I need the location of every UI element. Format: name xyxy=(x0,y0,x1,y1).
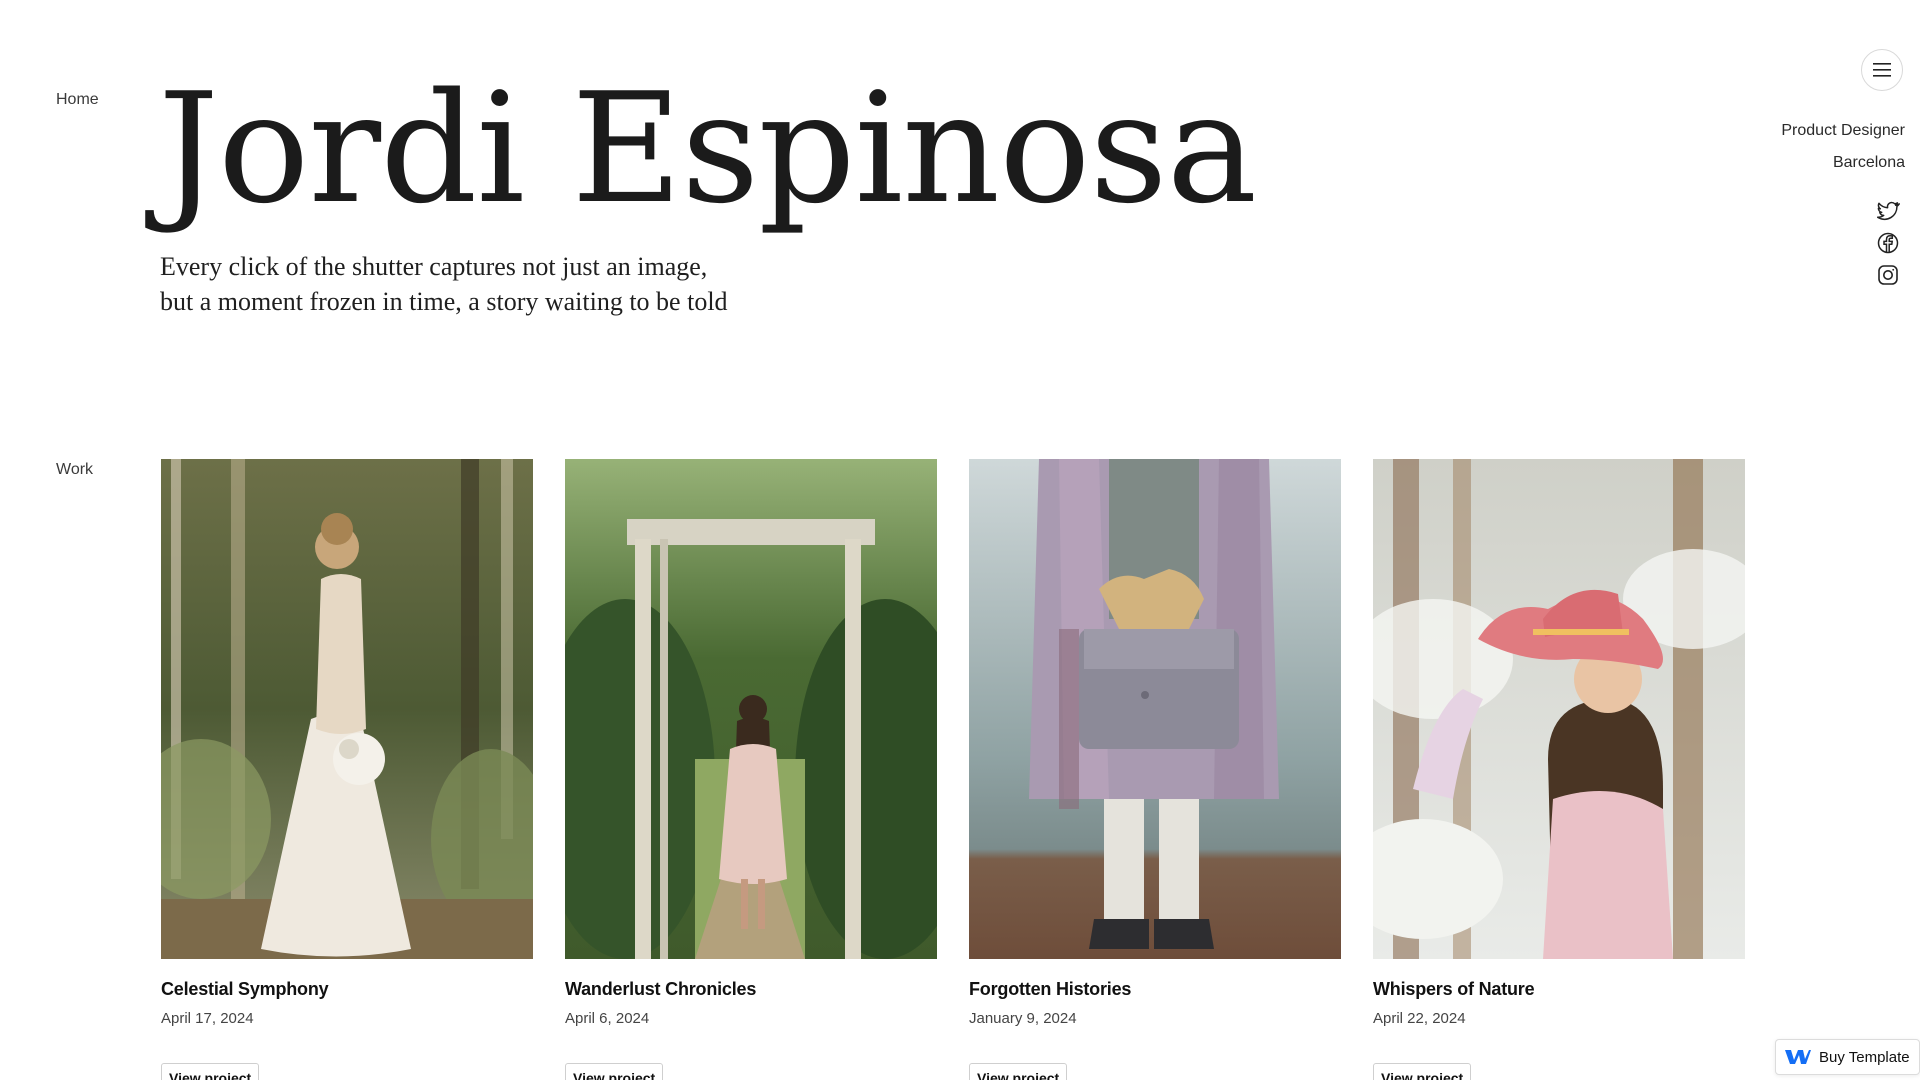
webflow-logo-icon xyxy=(1785,1050,1811,1064)
bride-forest-photo xyxy=(161,459,533,959)
project-card: Wanderlust Chronicles April 6, 2024 View… xyxy=(565,459,937,1080)
page-title: Jordi Espinosa xyxy=(158,60,1257,237)
project-date: April 6, 2024 xyxy=(565,1010,650,1027)
twitter-icon xyxy=(1876,201,1900,220)
project-card: Forgotten Histories January 9, 2024 View… xyxy=(969,459,1341,1080)
bag-beach-photo xyxy=(969,459,1341,959)
profile-info: Product Designer Barcelona xyxy=(1781,115,1905,179)
project-image[interactable] xyxy=(161,459,533,959)
view-project-button[interactable]: View project xyxy=(565,1063,664,1080)
project-image[interactable] xyxy=(1373,459,1745,959)
view-project-button[interactable]: View project xyxy=(161,1063,260,1080)
garden-arch-photo xyxy=(565,459,937,959)
hamburger-menu-icon xyxy=(1873,63,1891,77)
project-title: Whispers of Nature xyxy=(1373,979,1535,999)
project-date: January 9, 2024 xyxy=(969,1010,1077,1027)
instagram-link[interactable] xyxy=(1876,263,1900,287)
project-card: Whispers of Nature April 22, 2024 View p… xyxy=(1373,459,1745,1080)
home-nav-link[interactable]: Home xyxy=(56,91,99,109)
project-title: Forgotten Histories xyxy=(969,979,1132,999)
pink-hat-snow-photo xyxy=(1373,459,1745,959)
twitter-link[interactable] xyxy=(1876,199,1900,223)
profile-location: Barcelona xyxy=(1832,154,1905,171)
view-project-button[interactable]: View project xyxy=(969,1063,1068,1080)
profile-role: Product Designer xyxy=(1781,122,1905,139)
hero-tagline: Every click of the shutter captures not … xyxy=(160,249,728,319)
facebook-icon xyxy=(1877,232,1899,254)
menu-button[interactable] xyxy=(1861,49,1903,91)
hero-tagline-line-1: Every click of the shutter captures not … xyxy=(160,252,708,281)
buy-template-label: Buy Template xyxy=(1819,1048,1910,1066)
project-card: Celestial Symphony April 17, 2024 View p… xyxy=(161,459,533,1080)
work-section-label: Work xyxy=(56,461,94,478)
project-grid: Celestial Symphony April 17, 2024 View p… xyxy=(161,459,1745,1080)
social-links xyxy=(1876,199,1900,295)
instagram-icon xyxy=(1878,265,1898,285)
project-title: Celestial Symphony xyxy=(161,979,329,999)
project-title: Wanderlust Chronicles xyxy=(565,979,757,999)
project-date: April 22, 2024 xyxy=(1373,1010,1466,1027)
project-date: April 17, 2024 xyxy=(161,1010,254,1027)
view-project-button[interactable]: View project xyxy=(1373,1063,1472,1080)
buy-template-button[interactable]: Buy Template xyxy=(1775,1039,1920,1075)
facebook-link[interactable] xyxy=(1876,231,1900,255)
project-image[interactable] xyxy=(969,459,1341,959)
hero-tagline-line-2: but a moment frozen in time, a story wai… xyxy=(160,287,728,316)
project-image[interactable] xyxy=(565,459,937,959)
